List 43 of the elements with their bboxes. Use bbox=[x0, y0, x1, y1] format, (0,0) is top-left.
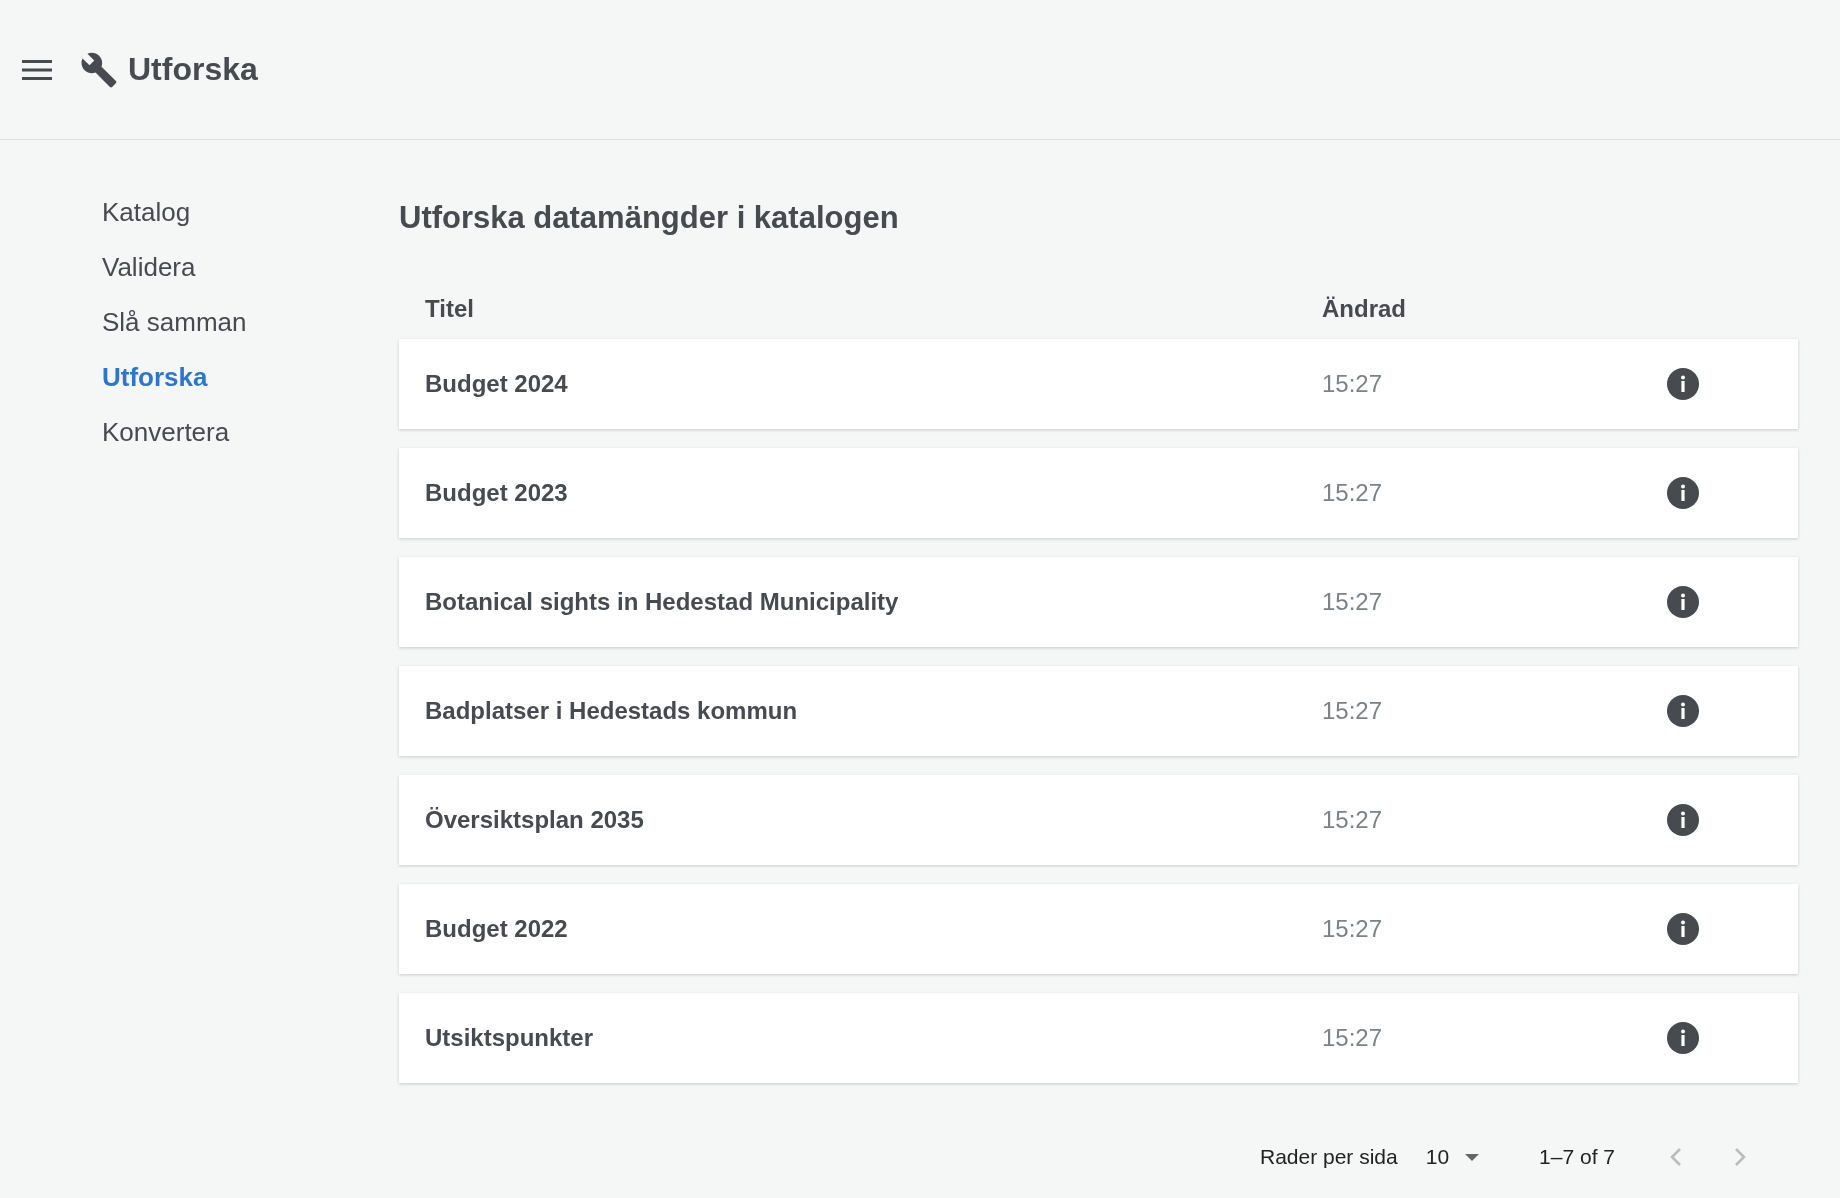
info-icon[interactable] bbox=[1667, 1022, 1699, 1054]
rows-per-page-label: Rader per sida bbox=[1260, 1145, 1398, 1169]
dataset-row[interactable]: Botanical sights in Hedestad Municipality 15:27 bbox=[399, 557, 1798, 647]
nav-link[interactable]: Katalog bbox=[102, 196, 191, 228]
dataset-row[interactable]: Budget 2022 15:27 bbox=[399, 884, 1798, 974]
column-header: Titel bbox=[425, 295, 475, 323]
column-header: Ändrad bbox=[1322, 295, 1407, 323]
dataset-title: Botanical sights in Hedestad Municipality bbox=[425, 588, 900, 616]
dataset-row[interactable]: Budget 2023 15:27 bbox=[399, 448, 1798, 538]
dataset-row[interactable]: Budget 2024 15:27 bbox=[399, 339, 1798, 429]
menu-icon[interactable] bbox=[22, 58, 52, 81]
modified-time: 15:27 bbox=[1322, 588, 1384, 616]
info-icon[interactable] bbox=[1667, 913, 1699, 945]
page-range: 1–7 of 7 bbox=[1539, 1145, 1615, 1169]
rows-per-page-select[interactable]: 10 bbox=[1425, 1145, 1480, 1169]
dataset-row[interactable]: Översiktsplan 2035 15:27 bbox=[399, 775, 1798, 865]
modified-time: 15:27 bbox=[1322, 697, 1384, 725]
dataset-title: Badplatser i Hedestads kommun bbox=[425, 697, 799, 725]
wrench-icon bbox=[80, 50, 118, 89]
nav-link[interactable]: Konvertera bbox=[102, 416, 230, 448]
info-icon[interactable] bbox=[1667, 804, 1699, 836]
dataset-row[interactable]: Badplatser i Hedestads kommun 15:27 bbox=[399, 666, 1798, 756]
dataset-title: Utsiktspunkter bbox=[425, 1024, 595, 1052]
nav-link[interactable]: Slå samman bbox=[102, 306, 247, 338]
page-heading: Utforska datamängder i katalogen bbox=[399, 199, 900, 237]
info-icon[interactable] bbox=[1667, 368, 1699, 400]
modified-time: 15:27 bbox=[1322, 915, 1384, 943]
dataset-title: Budget 2022 bbox=[425, 915, 569, 943]
info-icon[interactable] bbox=[1667, 586, 1699, 618]
caret-icon bbox=[1465, 1153, 1480, 1161]
dataset-title: Översiktsplan 2035 bbox=[425, 806, 645, 834]
modified-time: 15:27 bbox=[1322, 806, 1384, 834]
app-title: Utforska bbox=[128, 51, 258, 88]
dataset-title: Budget 2024 bbox=[425, 370, 569, 398]
nav-link[interactable]: Validera bbox=[102, 251, 196, 283]
info-icon[interactable] bbox=[1667, 477, 1699, 509]
dataset-row[interactable]: Utsiktspunkter 15:27 bbox=[399, 993, 1798, 1083]
nav-link[interactable]: Utforska bbox=[102, 361, 208, 393]
info-icon[interactable] bbox=[1667, 695, 1699, 727]
dataset-title: Budget 2023 bbox=[425, 479, 569, 507]
modified-time: 15:27 bbox=[1322, 370, 1384, 398]
modified-time: 15:27 bbox=[1322, 479, 1384, 507]
modified-time: 15:27 bbox=[1322, 1024, 1384, 1052]
